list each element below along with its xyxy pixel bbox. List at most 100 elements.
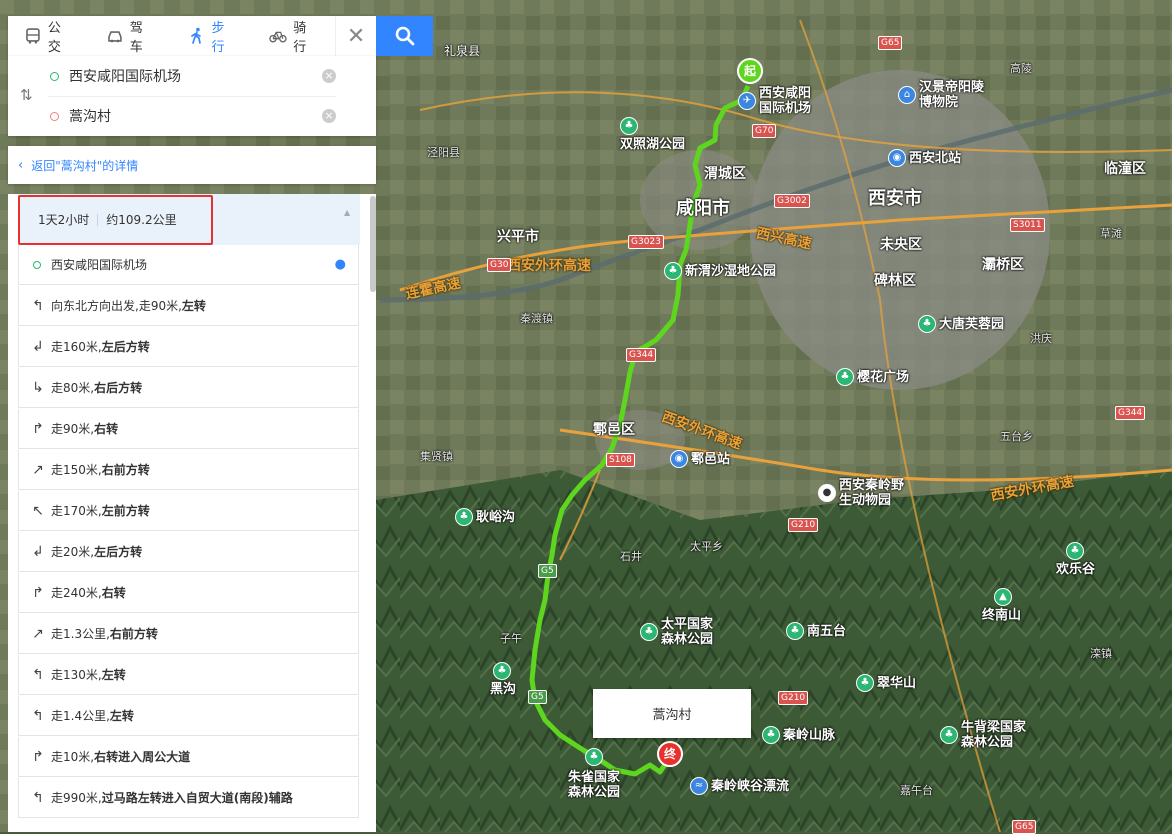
place-label: 五台乡: [1000, 430, 1033, 443]
back-to-details-link[interactable]: ‹ 返回"蒿沟村"的详情: [8, 146, 376, 184]
route-step[interactable]: ↱ 走10米,右转进入周公大道: [18, 737, 359, 777]
poi-park[interactable]: ♣ 新渭沙湿地公园: [664, 262, 776, 280]
bus-icon: [26, 28, 40, 44]
poi-mountain[interactable]: ▲: [994, 588, 1012, 606]
step-distance: 走1.4公里,: [51, 709, 110, 723]
district-label: 碑林区: [874, 273, 916, 289]
step-distance: 走990米,: [51, 791, 102, 805]
poi-museum[interactable]: ⌂ 汉景帝阳陵博物院: [898, 80, 989, 110]
poi-park[interactable]: ♣ 翠华山: [856, 674, 916, 692]
poi-park[interactable]: ♣ 大唐芙蓉园: [918, 315, 1004, 333]
route-step[interactable]: ↰ 向东北方向出发,走90米,左转: [18, 286, 359, 326]
tab-walk[interactable]: 步行: [172, 16, 254, 56]
park-icon: ♣: [455, 508, 473, 526]
turn-arrow-icon: ↰: [32, 666, 44, 683]
district-label: 鄠邑区: [593, 422, 635, 438]
route-step[interactable]: ↖ 走170米,左前方转: [18, 491, 359, 531]
transport-mode-tabs: 公交 驾车 步行 骑行 ✕: [8, 16, 376, 56]
poi-park[interactable]: ♣ 牛背梁国家森林公园: [940, 720, 1031, 750]
place-label: 泾阳县: [427, 146, 460, 159]
step-text: 走240米,右转: [51, 584, 126, 601]
end-field[interactable]: 蒿沟村 ×: [48, 96, 336, 136]
clear-end-button[interactable]: ×: [322, 109, 336, 123]
step-text: 走990米,过马路左转进入自贸大道(南段)辅路: [51, 789, 293, 806]
poi-park[interactable]: ♣ 秦岭山脉: [762, 726, 835, 744]
chevron-left-icon: ‹: [18, 157, 24, 173]
scroll-up-icon[interactable]: ▲: [344, 208, 350, 217]
clear-start-button[interactable]: ×: [322, 69, 336, 83]
poi-park[interactable]: ♣ 南五台: [786, 622, 846, 640]
station-icon: ◉: [670, 450, 688, 468]
rafting-icon: ≈: [690, 777, 708, 795]
district-label: 渭城区: [704, 166, 746, 182]
location-pin-icon[interactable]: ●: [335, 257, 346, 272]
start-field[interactable]: 西安咸阳国际机场 ×: [48, 56, 336, 97]
route-step[interactable]: ↰ 走1.4公里,左转: [18, 696, 359, 736]
tab-bus[interactable]: 公交: [8, 16, 90, 56]
route-step[interactable]: ↗ 走150米,右前方转: [18, 450, 359, 490]
place-label: 礼泉县: [444, 44, 481, 58]
poi-label: 欢乐谷: [1056, 562, 1096, 577]
poi-park[interactable]: ♣ 耿峪沟: [455, 508, 515, 526]
poi-park[interactable]: ♣ 太平国家森林公园: [640, 617, 721, 647]
step-action: 右后方转: [94, 381, 143, 395]
swap-icon[interactable]: ⇅: [20, 86, 33, 104]
end-marker[interactable]: 终: [657, 741, 683, 767]
route-step[interactable]: ↲ 走160米,左后方转: [18, 327, 359, 367]
destination-popup[interactable]: 蒿沟村: [593, 689, 751, 738]
turn-arrow-icon: ↖: [32, 502, 44, 519]
park-icon: ♣: [762, 726, 780, 744]
route-step[interactable]: ↰ 走130米,左转: [18, 655, 359, 695]
district-label: 未央区: [880, 237, 922, 253]
step-distance: 走80米,: [51, 381, 95, 395]
scrollbar[interactable]: [370, 196, 376, 292]
start-dot-icon: [33, 260, 41, 269]
destination-popup-label: 蒿沟村: [652, 708, 692, 723]
place-label: 子午: [500, 632, 522, 645]
poi-airport[interactable]: ✈ 西安咸阳国际机场: [738, 86, 819, 116]
poi-park[interactable]: ♣: [1066, 542, 1084, 560]
step-text: 走1.4公里,左转: [51, 707, 134, 724]
poi-station[interactable]: ◉ 西安北站: [888, 149, 961, 167]
route-step[interactable]: ↳ 走80米,右后方转: [18, 368, 359, 408]
poi-label: 双照湖公园: [620, 137, 686, 152]
step-distance: 走10米,: [51, 750, 95, 764]
close-button[interactable]: ✕: [335, 16, 376, 56]
step-distance: 走90米,: [51, 422, 95, 436]
turn-arrow-icon: ↲: [32, 543, 44, 560]
search-button[interactable]: [376, 16, 433, 56]
place-label: 集贤镇: [420, 450, 453, 463]
route-step[interactable]: ↗ 走1.3公里,右前方转: [18, 614, 359, 654]
route-step[interactable]: ↲ 走20米,左后方转: [18, 532, 359, 572]
step-distance: 走20米,: [51, 545, 95, 559]
tab-bus-label: 公交: [47, 21, 61, 55]
turn-arrow-icon: ↗: [32, 625, 44, 642]
route-step[interactable]: ↱ 走90米,右转: [18, 409, 359, 449]
zoo-icon: ●: [818, 484, 836, 502]
highway-shield: G210: [778, 691, 809, 705]
tab-bike[interactable]: 骑行: [253, 16, 335, 56]
route-summary[interactable]: 1天2小时 约109.2公里: [18, 194, 360, 245]
step-road: 进入周公大道: [118, 750, 191, 764]
poi-park[interactable]: ♣ 樱花广场: [836, 368, 909, 386]
start-field-value: 西安咸阳国际机场: [69, 69, 181, 85]
step-start[interactable]: 西安咸阳国际机场 ●: [18, 245, 359, 285]
poi-park[interactable]: ♣: [493, 662, 511, 680]
poi-park[interactable]: ♣: [620, 117, 638, 135]
poi-rafting[interactable]: ≈ 秦岭峡谷漂流: [690, 777, 789, 795]
district-label: 兴平市: [497, 229, 539, 245]
route-step[interactable]: ↱ 走240米,右转: [18, 573, 359, 613]
poi-station[interactable]: ◉ 鄠邑站: [670, 450, 730, 468]
tab-drive[interactable]: 驾车: [90, 16, 172, 56]
place-label: 石井: [620, 550, 642, 563]
poi-zoo[interactable]: ● 西安秦岭野生动物园: [818, 478, 911, 508]
step-action: 左转: [109, 709, 134, 723]
place-label: 秦渡镇: [520, 312, 553, 325]
poi-park[interactable]: ♣: [585, 748, 603, 766]
route-step[interactable]: ↰ 走990米,过马路左转进入自贸大道(南段)辅路: [18, 778, 359, 818]
park-icon: ♣: [640, 623, 658, 641]
start-dot-icon: [50, 71, 59, 81]
road-label: 西安外环高速: [507, 258, 591, 274]
park-icon: ♣: [836, 368, 854, 386]
start-marker[interactable]: 起: [737, 58, 763, 84]
